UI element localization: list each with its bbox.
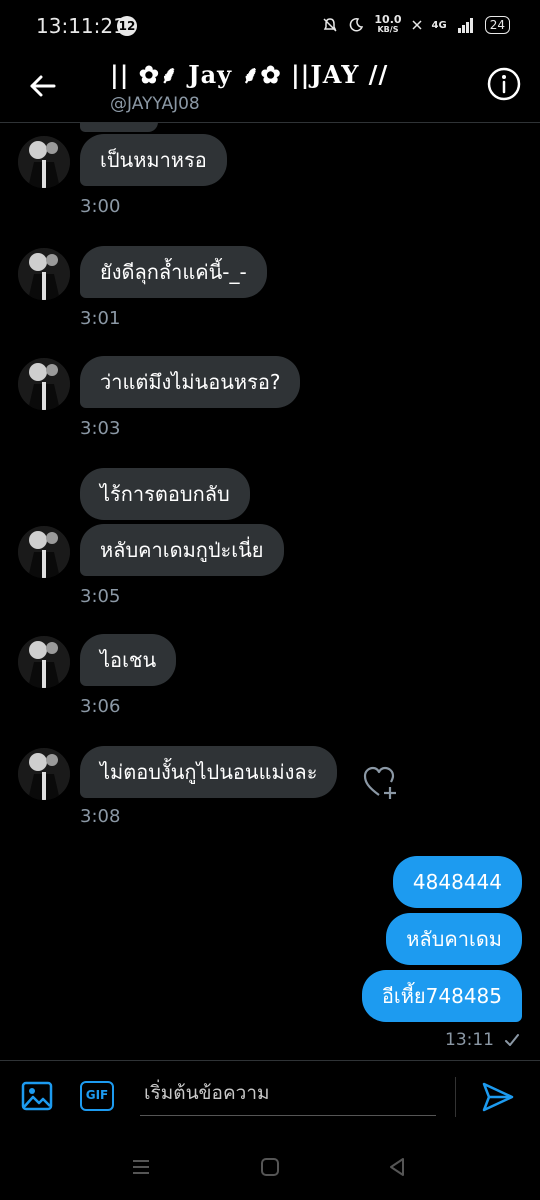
heart-plus-icon[interactable] <box>362 764 400 802</box>
message-composer: GIF <box>0 1060 540 1135</box>
message-input[interactable] <box>140 1071 436 1116</box>
check-icon <box>505 1034 519 1046</box>
message-time: 3:01 <box>80 308 121 329</box>
avatar[interactable] <box>18 526 70 578</box>
info-icon[interactable] <box>486 66 522 102</box>
message-bubble[interactable]: เป็นหมาหรอ <box>80 134 227 186</box>
message-bubble[interactable]: ไม่ตอบงั้นกูไปนอนแม่งละ <box>80 746 338 798</box>
back-arrow-icon[interactable] <box>22 66 62 106</box>
network-type: 4G <box>431 19 447 31</box>
signal-icon <box>457 18 473 33</box>
message-time: 3:05 <box>80 586 121 607</box>
conversation-title[interactable]: || ✿⸙ Jay ⸙✿ ||JAY // <box>110 58 388 91</box>
message-bubble[interactable]: หลับคาเดมกูป่ะเนี่ย <box>80 524 284 576</box>
wifi-off-icon <box>412 20 422 30</box>
image-icon[interactable] <box>20 1079 54 1113</box>
network-speed: 10.0 KB/S <box>374 13 402 34</box>
clipped-bubble <box>80 122 158 132</box>
sent-message-bubble[interactable]: 4848444 <box>392 856 522 908</box>
battery-indicator: 24 <box>484 16 510 34</box>
conversation-header: || ✿⸙ Jay ⸙✿ ||JAY // @JAYYAJ08 <box>0 50 540 123</box>
avatar[interactable] <box>18 748 70 800</box>
avatar[interactable] <box>18 358 70 410</box>
message-bubble[interactable]: ว่าแต่มึงไม่นอนหรอ? <box>80 356 301 408</box>
conversation-handle: @JAYYAJ08 <box>110 94 200 114</box>
sent-message-time: 13:11 <box>445 1030 494 1050</box>
avatar[interactable] <box>18 136 70 188</box>
gif-icon[interactable]: GIF <box>80 1081 114 1111</box>
avatar[interactable] <box>18 248 70 300</box>
message-bubble[interactable]: ยังดีลุกล้ำแค่นี้-_- <box>80 246 267 298</box>
send-icon[interactable] <box>480 1079 516 1115</box>
sent-message-bubble[interactable]: หลับคาเดม <box>386 913 522 965</box>
composer-divider <box>455 1077 456 1117</box>
message-bubble[interactable]: ไร้การตอบกลับ <box>80 468 250 520</box>
recents-menu-icon[interactable] <box>130 1156 152 1178</box>
moon-icon <box>350 18 364 32</box>
sent-message-bubble[interactable]: อีเหี้ย748485 <box>361 970 522 1022</box>
message-bubble[interactable]: ไอเชน <box>80 634 177 686</box>
home-icon[interactable] <box>259 1156 281 1178</box>
status-time: 13:11:21 <box>36 14 126 38</box>
message-time: 3:00 <box>80 196 121 217</box>
notification-count-badge: 12 <box>117 16 137 36</box>
status-icons: 10.0 KB/S 4G 24 <box>322 13 510 35</box>
back-nav-icon[interactable] <box>386 1156 408 1178</box>
system-navigation-bar <box>0 1140 540 1200</box>
message-time: 3:03 <box>80 418 121 439</box>
status-bar: 13:11:21 12 10.0 KB/S 4G 24 <box>0 0 540 50</box>
message-time: 3:08 <box>80 806 121 827</box>
message-time: 3:06 <box>80 696 121 717</box>
avatar[interactable] <box>18 636 70 688</box>
mute-bell-icon <box>323 18 337 32</box>
